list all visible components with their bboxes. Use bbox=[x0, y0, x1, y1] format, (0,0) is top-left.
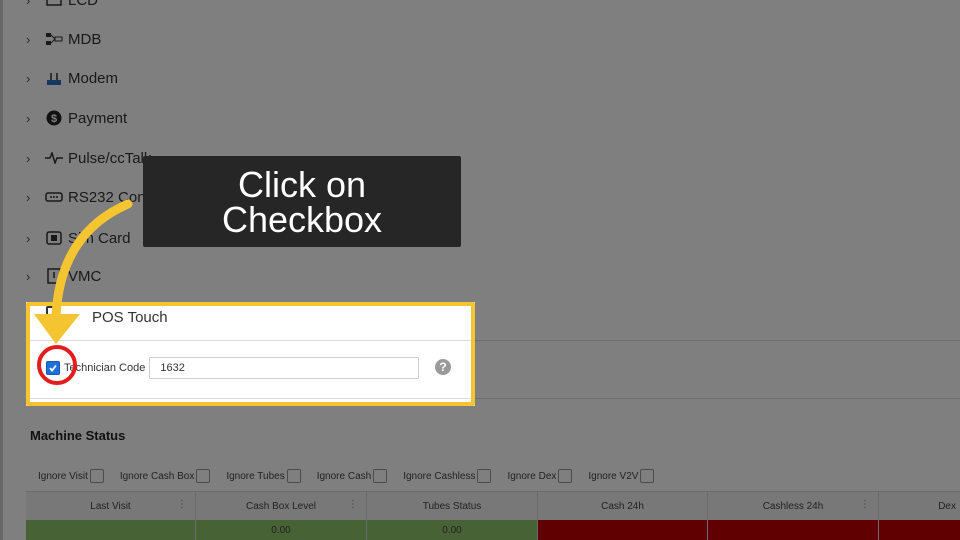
chevron-right-icon: › bbox=[26, 0, 31, 8]
tree-item-label: Payment bbox=[68, 109, 128, 127]
tree-item-label: Pulse/ccTalk bbox=[68, 149, 152, 167]
option-label: Ignore Cash Box bbox=[119, 470, 195, 482]
option-label: Ignore Dex bbox=[507, 470, 557, 482]
pos-touch-title[interactable]: POS Touch bbox=[92, 309, 168, 326]
tree-item-payment[interactable]: › $ Payment bbox=[26, 106, 127, 130]
column-label: Cash Box Level bbox=[245, 501, 317, 512]
cell-tubes-status: 0.00 bbox=[367, 520, 538, 540]
column-menu-icon[interactable]: ⋮ bbox=[348, 499, 358, 510]
tree-item-label: RS232 Control bbox=[68, 188, 167, 206]
pulse-icon bbox=[44, 150, 64, 166]
lcd-icon bbox=[44, 0, 64, 8]
cell-cash-24h bbox=[538, 520, 708, 540]
ignore-cashless-checkbox[interactable] bbox=[477, 469, 492, 483]
ignore-options: Ignore Visit Ignore Cash Box Ignore Tube… bbox=[38, 467, 670, 485]
chevron-right-icon: › bbox=[26, 31, 31, 47]
mdb-icon bbox=[44, 31, 64, 47]
column-header-last-visit[interactable]: Last Visit ⋮ bbox=[26, 492, 196, 521]
option-label: Ignore Tubes bbox=[226, 470, 285, 482]
technician-code-checkbox[interactable] bbox=[46, 361, 60, 375]
column-menu-icon[interactable]: ⋮ bbox=[860, 499, 870, 510]
ignore-cash-checkbox[interactable] bbox=[373, 469, 388, 483]
column-menu-icon[interactable]: ⋮ bbox=[177, 499, 187, 510]
column-label: Cash 24h bbox=[601, 501, 644, 512]
tree-item-label: LCD bbox=[68, 0, 99, 9]
column-label: Last Visit bbox=[90, 501, 131, 512]
machine-status-grid-header: Last Visit ⋮ Cash Box Level ⋮ Tubes Status… bbox=[26, 491, 960, 522]
table-row[interactable]: 0.00 0.00 bbox=[26, 520, 960, 540]
machine-status-title: Machine Status bbox=[30, 428, 126, 443]
modem-icon bbox=[44, 70, 64, 86]
tree-item-rs232[interactable]: › RS232 Control bbox=[26, 185, 166, 209]
ignore-dex-checkbox[interactable] bbox=[558, 469, 573, 483]
ignore-v2v-option[interactable]: Ignore V2V bbox=[588, 469, 655, 483]
ignore-v2v-checkbox[interactable] bbox=[640, 469, 655, 483]
option-label: Ignore V2V bbox=[588, 470, 639, 482]
ignore-tubes-option[interactable]: Ignore Tubes bbox=[226, 469, 301, 483]
technician-code-row: Technician Code 1632 bbox=[46, 356, 420, 380]
ignore-cash-option[interactable]: Ignore Cash bbox=[316, 469, 388, 483]
cell-cashless-24h bbox=[708, 520, 879, 540]
ignore-dex-option[interactable]: Ignore Dex bbox=[507, 469, 573, 483]
checkmark-icon bbox=[49, 364, 57, 372]
chevron-right-icon: › bbox=[26, 110, 31, 126]
tree-item-modem[interactable]: › Modem bbox=[26, 66, 118, 90]
cell-dex bbox=[879, 520, 960, 540]
column-header-tubes-status[interactable]: Tubes Status bbox=[367, 492, 538, 521]
tree-item-label: Modem bbox=[68, 69, 119, 87]
chevron-right-icon: › bbox=[26, 268, 31, 284]
tree-item-mdb[interactable]: › MDB bbox=[26, 27, 101, 51]
column-label: Cashless 24h bbox=[762, 501, 824, 512]
ignore-cashless-option[interactable]: Ignore Cashless bbox=[403, 469, 492, 483]
tree-item-label: Sim Card bbox=[68, 229, 131, 247]
column-label: Tubes Status bbox=[422, 501, 482, 512]
tree-item-pulse[interactable]: › Pulse/ccTalk bbox=[26, 146, 151, 170]
tree-item-sim-card[interactable]: › Sim Card bbox=[26, 226, 131, 250]
sim-card-icon bbox=[44, 230, 64, 246]
rs232-icon bbox=[44, 189, 64, 205]
column-header-cash-box-level[interactable]: Cash Box Level ⋮ bbox=[196, 492, 367, 521]
pos-touch-icon bbox=[46, 306, 60, 320]
ignore-tubes-checkbox[interactable] bbox=[286, 469, 301, 483]
vmc-icon bbox=[44, 268, 64, 284]
ignore-cash-box-option[interactable]: Ignore Cash Box bbox=[120, 469, 211, 483]
column-header-dex[interactable]: Dex bbox=[879, 492, 960, 521]
tree-item-label: MDB bbox=[68, 30, 102, 48]
chevron-right-icon: › bbox=[26, 70, 31, 86]
technician-code-input[interactable]: 1632 bbox=[149, 357, 420, 379]
svg-text:$: $ bbox=[51, 113, 57, 125]
ignore-visit-checkbox[interactable] bbox=[89, 469, 104, 483]
column-label: Dex bbox=[938, 501, 956, 512]
cell-cash-box-level: 0.00 bbox=[196, 520, 367, 540]
tree-item-lcd[interactable]: › LCD bbox=[26, 0, 98, 12]
option-label: Ignore Cashless bbox=[403, 470, 476, 482]
column-header-cashless-24h[interactable]: Cashless 24h ⋮ bbox=[708, 492, 879, 521]
tree-item-label: VMC bbox=[68, 267, 102, 285]
chevron-right-icon: › bbox=[26, 230, 31, 246]
configuration-page: › LCD › MDB › Modem › $ Payment › Pulse/… bbox=[0, 0, 960, 540]
section-divider bbox=[26, 398, 960, 399]
left-border bbox=[0, 0, 3, 540]
chevron-right-icon: › bbox=[26, 150, 31, 166]
section-divider bbox=[26, 340, 960, 341]
ignore-cash-box-checkbox[interactable] bbox=[196, 469, 211, 483]
help-icon[interactable]: ? bbox=[435, 359, 451, 375]
ignore-visit-option[interactable]: Ignore Visit bbox=[38, 469, 104, 483]
column-header-cash-24h[interactable]: Cash 24h bbox=[538, 492, 708, 521]
dollar-icon: $ bbox=[44, 110, 64, 126]
technician-code-label: Technician Code bbox=[64, 362, 146, 374]
option-label: Ignore Visit bbox=[38, 470, 88, 482]
tree-item-vmc[interactable]: › VMC bbox=[26, 264, 101, 288]
chevron-right-icon: › bbox=[26, 189, 31, 205]
cell-last-visit bbox=[26, 520, 196, 540]
option-label: Ignore Cash bbox=[316, 470, 372, 482]
